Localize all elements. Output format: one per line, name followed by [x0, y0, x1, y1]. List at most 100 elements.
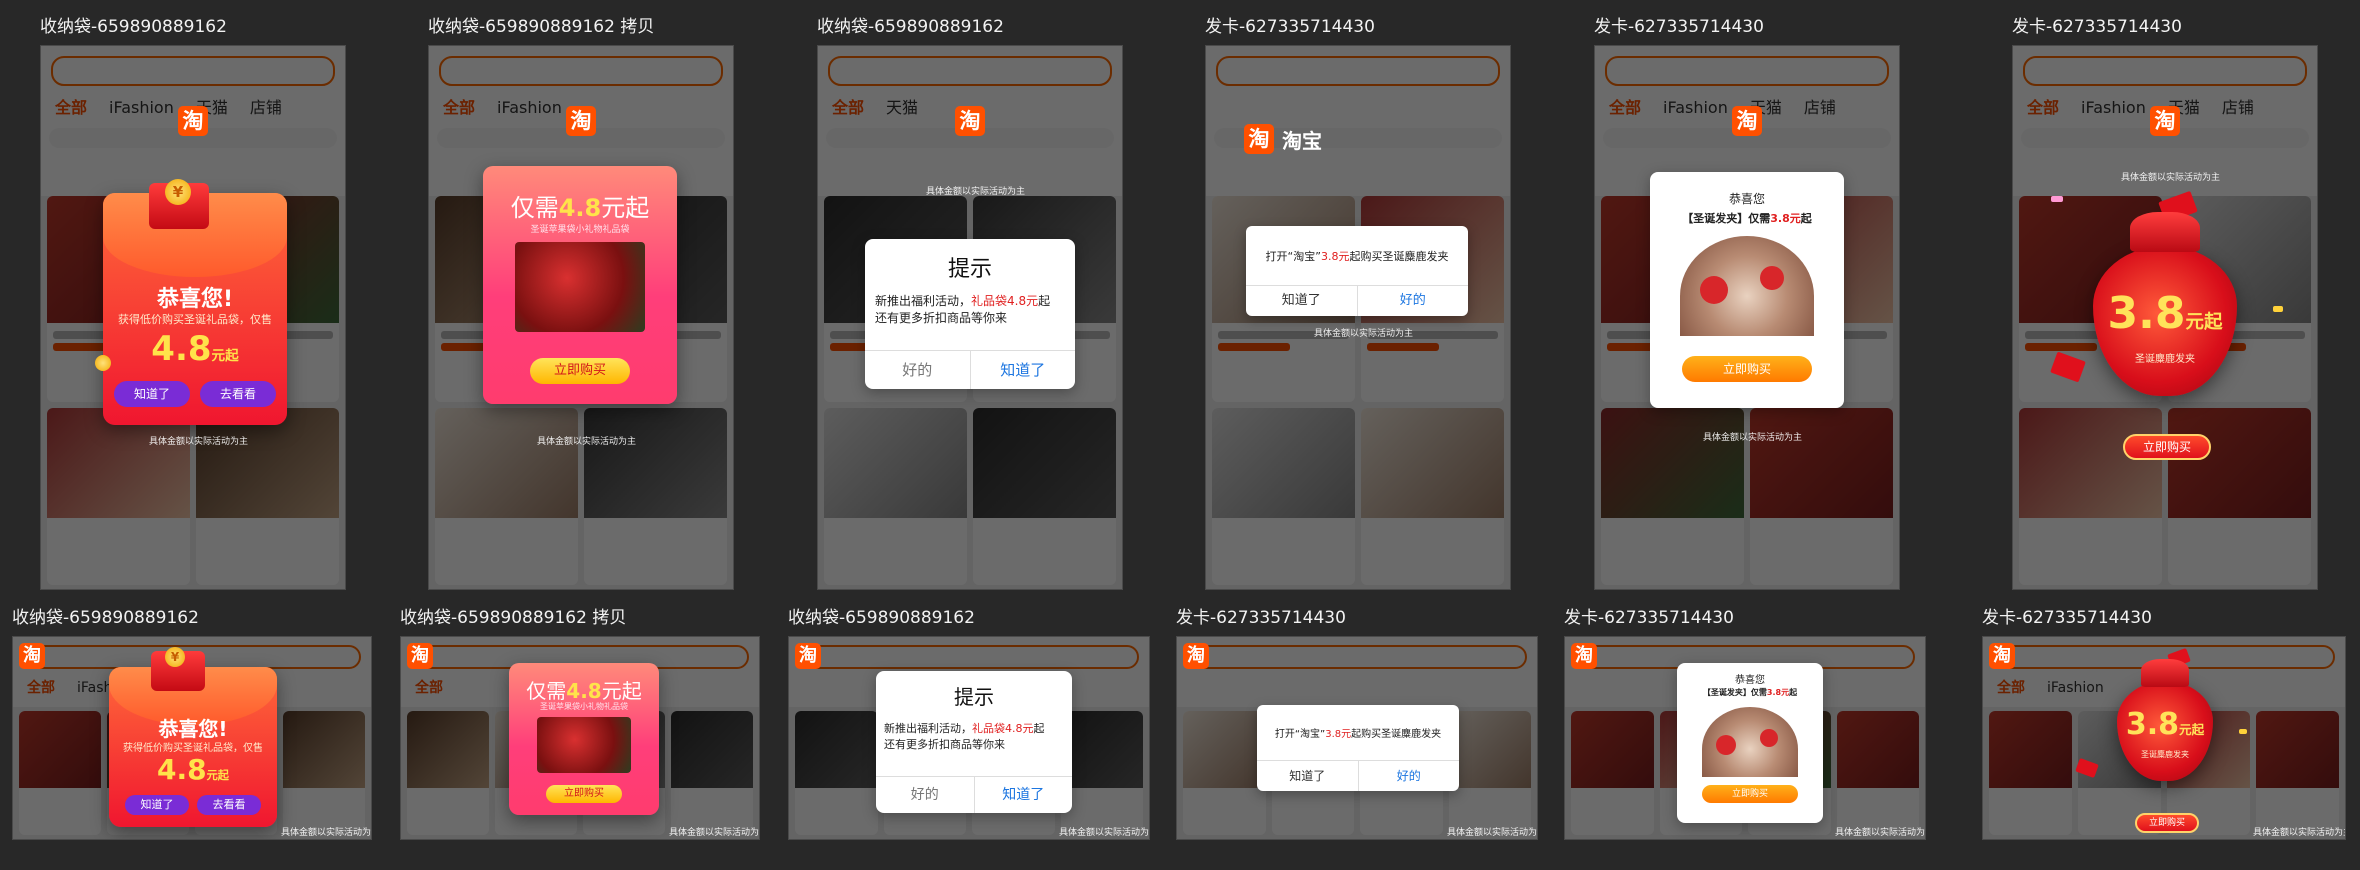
artboard-8: 收纳袋-659890889162 拷贝 全部 淘 仅需4.8元起 圣诞苹果袋小礼… — [400, 608, 760, 843]
ok-button[interactable]: 好的 — [876, 777, 974, 813]
promo-popup: 仅需4.8元起 圣诞苹果袋小礼物礼品袋 立即购买 — [483, 166, 677, 404]
red-envelope-popup: ¥ 恭喜您! 获得低价购买圣诞礼品袋，仅售 4.8元起 知道了 去看看 — [95, 179, 287, 425]
product-image — [515, 242, 645, 332]
taobao-logo-icon: 淘 — [407, 643, 433, 669]
artboard-title: 发卡-627335714430 — [1205, 17, 1375, 37]
artboard-title: 收纳袋-659890889162 — [788, 608, 975, 628]
promo-subtitle: 圣诞苹果袋小礼物礼品袋 — [530, 225, 630, 235]
disclaimer: 具体金额以实际活动为主 — [1059, 828, 1150, 838]
envelope-price: 4.8元起 — [157, 753, 229, 786]
disclaimer: 具体金额以实际活动为主 — [669, 828, 760, 838]
buy-now-button[interactable]: 立即购买 — [1702, 785, 1798, 803]
product-image — [537, 717, 631, 773]
open-app-dialog: 打开“淘宝”3.8元起购买圣诞麋鹿发夹 知道了 好的 — [1246, 226, 1468, 316]
taobao-name: 淘宝 — [1282, 128, 1322, 153]
know-button[interactable]: 知道了 — [1257, 761, 1358, 791]
card-title: 恭喜您 — [1735, 675, 1765, 686]
artboard-title: 收纳袋-659890889162 — [40, 17, 227, 37]
buy-now-button[interactable]: 立即购买 — [530, 358, 630, 384]
buy-now-button[interactable]: 立即购买 — [546, 785, 622, 803]
artboard-12: 发卡-627335714430 全部iFashion 淘 3.8元起 圣诞麋鹿发… — [1982, 608, 2346, 843]
alert-message: 新推出福利活动，礼品袋4.8元起 还有更多折扣商品等你来 — [884, 722, 1045, 751]
disclaimer: 具体金额以实际活动为主 — [1835, 828, 1926, 838]
know-button[interactable]: 知道了 — [114, 381, 190, 407]
envelope-title: 恭喜您! — [156, 287, 234, 312]
taobao-logo-icon: 淘 — [1989, 643, 2015, 669]
artboard-6: 发卡-627335714430 全部iFashion天猫店铺 淘 具体金额以实际… — [2012, 17, 2318, 592]
phone-frame: 全部iFashion天猫店铺 淘 ¥ 恭喜您! 获得低价购买圣诞礼品袋，仅售 4… — [40, 45, 346, 590]
buy-now-button[interactable]: 立即购买 — [2123, 434, 2211, 460]
artboard-3: 收纳袋-659890889162 全部天猫 淘 具体金额以实际活动为主 提示 新… — [817, 17, 1123, 592]
open-app-message: 打开“淘宝”3.8元起购买圣诞麋鹿发夹 — [1265, 250, 1449, 263]
artboard-1: 收纳袋-659890889162 全部iFashion天猫店铺 淘 ¥ 恭喜您!… — [40, 17, 346, 592]
tablet-frame: 全部iFashion 淘 3.8元起 圣诞麋鹿发夹 立即购买 具体金额以实际活动… — [1982, 636, 2346, 840]
artboard-4: 发卡-627335714430 淘 淘宝 打开“淘宝”3.8元起购买圣诞麋鹿发夹… — [1205, 17, 1511, 592]
taobao-logo-icon: 淘 — [1571, 643, 1597, 669]
know-button[interactable]: 知道了 — [125, 795, 189, 815]
card-title: 恭喜您 — [1728, 192, 1765, 206]
phone-frame: 全部iFashion天猫店铺 淘 恭喜您 【圣诞发夹】仅需3.8元起 立即购买 … — [1594, 45, 1900, 590]
coin-icon: ¥ — [165, 179, 191, 205]
promo-popup: 仅需4.8元起 圣诞苹果袋小礼物礼品袋 立即购买 — [509, 663, 659, 815]
tablet-frame: 淘 打开“淘宝”3.8元起购买圣诞麋鹿发夹 知道了 好的 具体金额以实际活动为主 — [1176, 636, 1538, 840]
confetti — [2239, 729, 2247, 734]
product-image — [1702, 707, 1798, 777]
disclaimer: 具体金额以实际活动为主 — [1314, 329, 1414, 339]
disclaimer: 具体金额以实际活动为主 — [1703, 433, 1803, 443]
artboard-title: 发卡-627335714430 — [1564, 608, 1734, 628]
taobao-logo-icon: 淘 — [19, 643, 45, 669]
know-button[interactable]: 知道了 — [1246, 286, 1357, 316]
confetti — [2273, 306, 2283, 312]
alert-title: 提示 — [947, 257, 992, 282]
disclaimer: 具体金额以实际活动为主 — [926, 187, 1026, 197]
artboard-title: 收纳袋-659890889162 — [12, 608, 199, 628]
disclaimer: 具体金额以实际活动为主 — [149, 437, 249, 447]
artboard-title: 发卡-627335714430 — [1176, 608, 1346, 628]
look-button[interactable]: 去看看 — [200, 381, 276, 407]
buy-now-button[interactable]: 立即购买 — [1682, 356, 1812, 382]
artboard-title: 发卡-627335714430 — [2012, 17, 2182, 37]
ok-button[interactable]: 好的 — [1356, 286, 1469, 316]
artboard-9: 收纳袋-659890889162 淘 提示 新推出福利活动，礼品袋4.8元起 还… — [788, 608, 1150, 843]
phone-frame: 全部iFashion 淘 仅需4.8元起 圣诞苹果袋小礼物礼品袋 立即购买 具体… — [428, 45, 734, 590]
artboard-11: 发卡-627335714430 淘 恭喜您 【圣诞发夹】仅需3.8元起 立即购买… — [1564, 608, 1926, 843]
artboard-title: 发卡-627335714430 — [1594, 17, 1764, 37]
disclaimer: 具体金额以实际活动为主 — [1447, 828, 1538, 838]
taobao-logo-icon: 淘 — [795, 643, 821, 669]
ok-button[interactable]: 好的 — [1357, 761, 1460, 791]
know-button[interactable]: 知道了 — [973, 777, 1073, 813]
phone-frame: 全部iFashion天猫店铺 淘 具体金额以实际活动为主 3.8元起 圣诞麋鹿发… — [2012, 45, 2318, 590]
promo-card-popup: 恭喜您 【圣诞发夹】仅需3.8元起 立即购买 — [1677, 663, 1823, 823]
promo-headline: 仅需4.8元起 — [526, 679, 642, 703]
ok-button[interactable]: 好的 — [865, 351, 970, 389]
bag-description: 圣诞麋鹿发夹 — [2135, 354, 2195, 365]
artboard-7: 收纳袋-659890889162 全部iFashion 淘 ¥ 恭喜您! 获得低… — [12, 608, 372, 843]
red-envelope-popup: ¥ 恭喜您! 获得低价购买圣诞礼品袋，仅售 4.8元起 知道了 去看看 — [109, 647, 277, 827]
taobao-logo-icon: 淘 — [178, 106, 208, 136]
taobao-logo-icon: 淘 — [1732, 106, 1762, 136]
buy-now-button[interactable]: 立即购买 — [2135, 813, 2199, 833]
envelope-subtitle: 获得低价购买圣诞礼品袋，仅售 — [123, 743, 263, 754]
artboard-2: 收纳袋-659890889162 拷贝 全部iFashion 淘 仅需4.8元起… — [428, 17, 734, 592]
know-button[interactable]: 知道了 — [969, 351, 1076, 389]
envelope-price: 4.8元起 — [151, 329, 239, 369]
promo-subtitle: 圣诞苹果袋小礼物礼品袋 — [540, 702, 628, 711]
look-button[interactable]: 去看看 — [197, 795, 261, 815]
taobao-logo-icon: 淘 — [1183, 643, 1209, 669]
taobao-brand: 淘 淘宝 — [1244, 124, 1322, 154]
phone-frame: 全部天猫 淘 具体金额以实际活动为主 提示 新推出福利活动，礼品袋4.8元起 还… — [817, 45, 1123, 590]
bag-price: 3.8元起 — [2125, 707, 2205, 742]
open-app-message: 打开“淘宝”3.8元起购买圣诞麋鹿发夹 — [1274, 729, 1442, 740]
artboard-10: 发卡-627335714430 淘 打开“淘宝”3.8元起购买圣诞麋鹿发夹 知道… — [1176, 608, 1538, 843]
disclaimer: 具体金额以实际活动为主 — [2121, 173, 2221, 183]
artboard-title: 发卡-627335714430 — [1982, 608, 2152, 628]
card-subtitle: 【圣诞发夹】仅需3.8元起 — [1682, 212, 1812, 225]
coin-icon: ¥ — [165, 647, 185, 667]
alert-dialog: 提示 新推出福利活动，礼品袋4.8元起 还有更多折扣商品等你来 好的 知道了 — [876, 671, 1072, 813]
tablet-frame: 淘 恭喜您 【圣诞发夹】仅需3.8元起 立即购买 具体金额以实际活动为主 — [1564, 636, 1926, 840]
taobao-logo-icon: 淘 — [955, 106, 985, 136]
alert-message: 新推出福利活动，礼品袋4.8元起 还有更多折扣商品等你来 — [875, 294, 1051, 326]
taobao-logo-icon: 淘 — [2150, 106, 2180, 136]
bag-price: 3.8元起 — [2107, 288, 2223, 339]
artboard-title: 收纳袋-659890889162 拷贝 — [400, 608, 627, 628]
